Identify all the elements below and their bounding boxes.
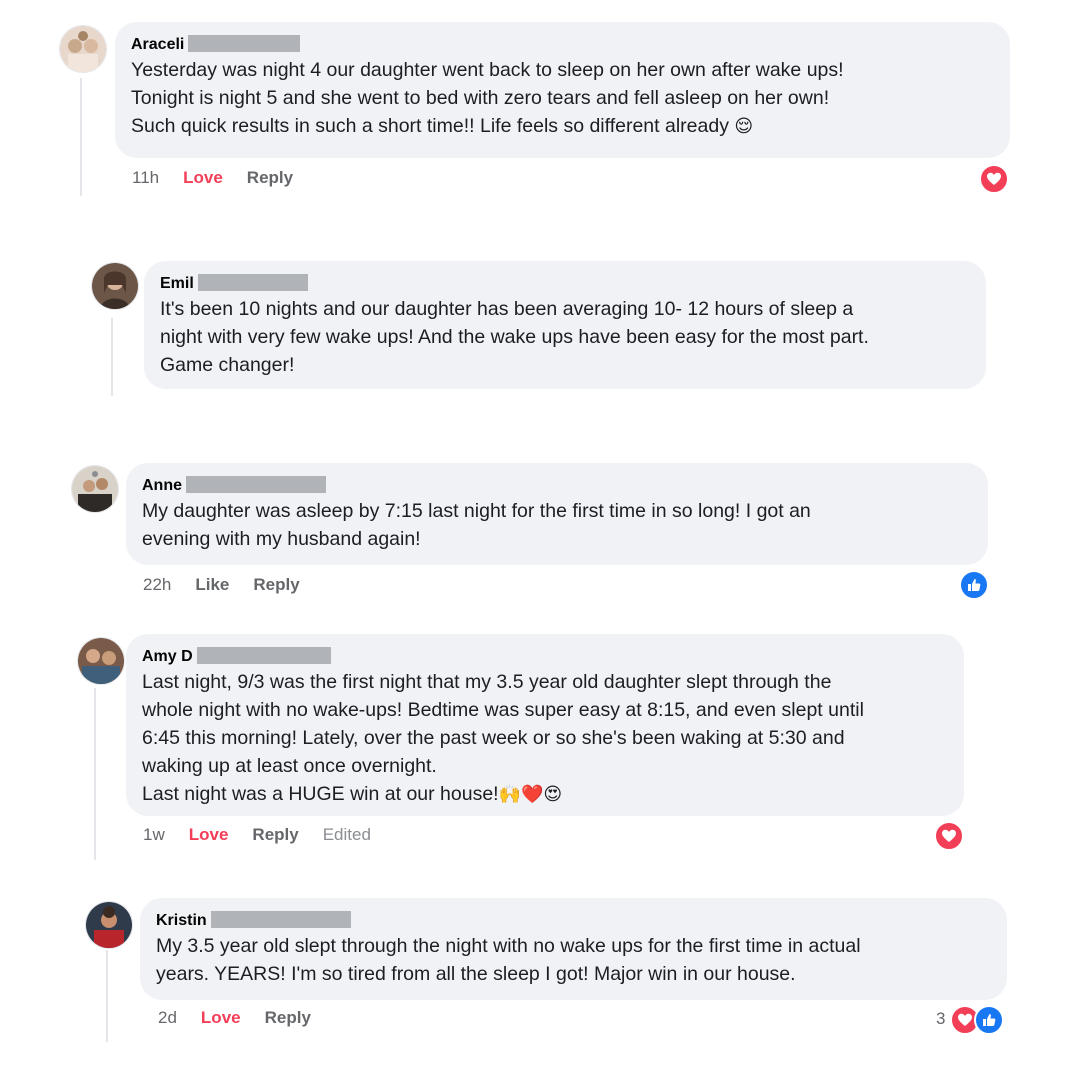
love-button[interactable]: Love [189, 825, 229, 845]
redacted-surname [197, 274, 308, 292]
comment-text: Yesterday was night 4 our daughter went … [131, 59, 844, 137]
comment-text: My daughter was asleep by 7:15 last nigh… [142, 500, 811, 550]
reply-button[interactable]: Reply [253, 575, 299, 595]
thread-line [94, 688, 96, 860]
reply-button[interactable]: Reply [252, 825, 298, 845]
relieved-face-emoji: 😌 [734, 116, 754, 137]
comment-bubble: Araceli Yesterday was night 4 our daught… [115, 22, 1010, 158]
avatar[interactable] [77, 637, 125, 685]
comment-bubble: Anne My daughter was asleep by 7:15 last… [126, 463, 988, 565]
reply-button[interactable]: Reply [247, 168, 293, 188]
commenter-name[interactable]: Araceli [131, 34, 994, 56]
commenter-name[interactable]: Emil [160, 273, 970, 295]
comment-text: Last night, 9/3 was the first night that… [142, 671, 864, 805]
reply-button[interactable]: Reply [265, 1008, 311, 1028]
comment-actions: 1w Love Reply Edited [143, 825, 371, 845]
comment-bubble: Amy D Last night, 9/3 was the first nigh… [126, 634, 964, 816]
thread-line [80, 78, 82, 196]
timestamp[interactable]: 2d [158, 1008, 177, 1028]
avatar[interactable] [59, 25, 107, 73]
love-button[interactable]: Love [201, 1008, 241, 1028]
commenter-name[interactable]: Anne [142, 475, 972, 497]
timestamp[interactable]: 22h [143, 575, 171, 595]
redacted-surname [186, 476, 326, 494]
heart-icon[interactable] [934, 821, 964, 851]
comment-actions: 2d Love Reply [158, 1008, 311, 1028]
comment-text: It's been 10 nights and our daughter has… [160, 298, 869, 376]
commenter-name[interactable]: Kristin [156, 910, 991, 932]
comment-bubble: Emil It's been 10 nights and our daughte… [144, 261, 986, 389]
thumbs-up-icon[interactable] [959, 570, 989, 600]
love-button[interactable]: Love [183, 168, 223, 188]
commenter-name[interactable]: Amy D [142, 646, 948, 668]
avatar[interactable] [91, 262, 139, 310]
redacted-surname [210, 911, 351, 929]
redacted-surname [196, 647, 331, 665]
heart-icon[interactable] [979, 164, 1009, 194]
comment-actions: 11h Love Reply [132, 168, 293, 188]
thread-line [106, 950, 108, 1042]
edited-label[interactable]: Edited [323, 825, 371, 845]
timestamp[interactable]: 1w [143, 825, 165, 845]
thread-line [111, 318, 113, 396]
comment-bubble: Kristin My 3.5 year old slept through th… [140, 898, 1007, 1000]
comment-actions: 22h Like Reply [143, 575, 300, 595]
timestamp[interactable]: 11h [132, 168, 159, 188]
thumbs-up-icon[interactable] [974, 1005, 1004, 1035]
avatar[interactable] [85, 901, 133, 949]
redacted-surname [188, 35, 301, 53]
reaction-count[interactable]: 3 [936, 1009, 945, 1029]
raised-hands-heart-heart-eyes-emoji: 🙌❤️😍 [498, 784, 563, 805]
like-button[interactable]: Like [195, 575, 229, 595]
avatar[interactable] [71, 465, 119, 513]
comment-text: My 3.5 year old slept through the night … [156, 935, 861, 985]
